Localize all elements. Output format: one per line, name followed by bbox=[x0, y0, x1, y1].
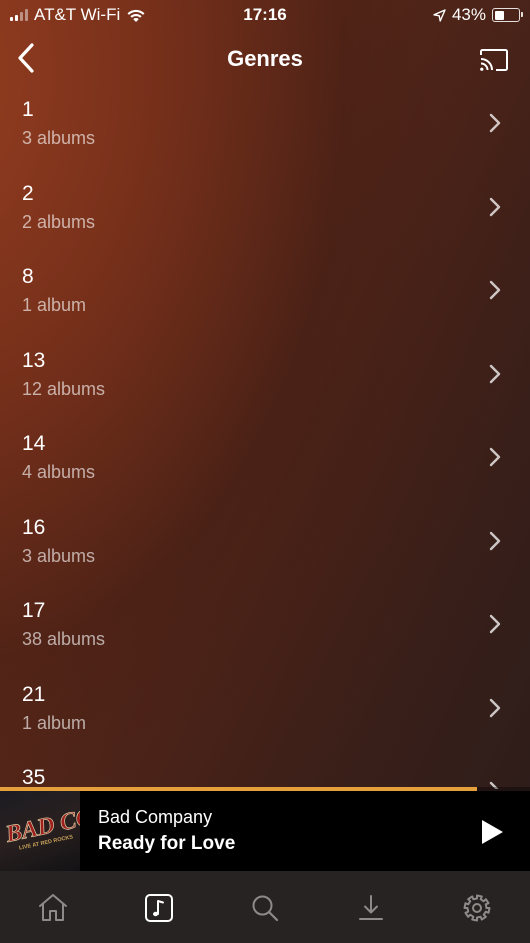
genre-name: 35 bbox=[22, 766, 46, 789]
album-art-thumbnail[interactable]: BAD CO LIVE AT RED ROCKS bbox=[0, 791, 80, 871]
download-icon bbox=[359, 895, 383, 920]
play-button[interactable] bbox=[476, 817, 506, 847]
chevron-right-icon bbox=[489, 197, 501, 216]
tab-settings[interactable] bbox=[424, 871, 530, 943]
now-playing-track: Ready for Love bbox=[98, 833, 236, 854]
now-playing-artist: Bad Company bbox=[98, 807, 213, 827]
genre-row[interactable]: 16 3 albums bbox=[0, 504, 530, 588]
nav-header: Genres bbox=[0, 34, 530, 86]
home-icon bbox=[39, 894, 67, 921]
genre-row[interactable]: 2 2 albums bbox=[0, 170, 530, 254]
chevron-right-icon bbox=[489, 614, 501, 634]
cast-button[interactable] bbox=[476, 42, 512, 78]
genre-name: 14 bbox=[22, 432, 46, 455]
chevron-right-icon bbox=[489, 364, 501, 383]
battery-icon bbox=[492, 8, 523, 22]
battery-percent: 43% bbox=[451, 5, 486, 24]
tab-bar bbox=[0, 871, 530, 943]
search-icon bbox=[252, 895, 279, 922]
genre-album-count: 2 albums bbox=[22, 211, 96, 232]
genre-row[interactable]: 8 1 album bbox=[0, 253, 530, 337]
music-note-icon bbox=[145, 894, 173, 922]
chevron-right-icon bbox=[489, 531, 501, 550]
chevron-right-icon bbox=[489, 280, 501, 300]
genre-row[interactable]: 1 3 albums bbox=[0, 86, 530, 170]
mini-player[interactable]: BAD CO LIVE AT RED ROCKS Bad Company Rea… bbox=[0, 791, 530, 871]
genre-name: 16 bbox=[22, 515, 46, 539]
play-icon bbox=[482, 820, 503, 844]
genre-list: 1 3 albums 2 2 albums 8 1 album 13 12 albums 14 4… bbox=[0, 86, 530, 789]
genre-row[interactable]: 13 12 albums bbox=[0, 337, 530, 421]
genre-album-count: 4 albums bbox=[22, 462, 96, 482]
chevron-right-icon bbox=[489, 113, 501, 133]
app-screen: AT&T Wi-Fi 17:16 43% Genres 1 3 albums 2… bbox=[0, 0, 530, 943]
chevron-right-icon bbox=[489, 698, 501, 717]
genre-name: 2 bbox=[22, 181, 34, 205]
page-title: Genres bbox=[227, 46, 303, 71]
tab-search[interactable] bbox=[212, 871, 318, 943]
location-arrow-icon bbox=[433, 8, 446, 22]
gear-icon bbox=[463, 894, 491, 922]
status-bar: AT&T Wi-Fi 17:16 43% bbox=[0, 0, 530, 30]
genre-album-count: 1 album bbox=[22, 295, 87, 315]
genre-name: 21 bbox=[22, 682, 46, 706]
genre-name: 17 bbox=[22, 599, 46, 622]
tab-home[interactable] bbox=[0, 871, 106, 943]
battery-level bbox=[494, 10, 505, 20]
genre-album-count: 3 albums bbox=[22, 545, 96, 566]
genre-row[interactable]: 14 4 albums bbox=[0, 420, 530, 504]
tab-music[interactable] bbox=[106, 871, 212, 943]
genre-row[interactable]: 21 1 album bbox=[0, 671, 530, 755]
genre-row[interactable]: 35 bbox=[0, 754, 530, 789]
genre-name: 13 bbox=[22, 348, 46, 372]
tab-downloads[interactable] bbox=[318, 871, 424, 943]
genre-album-count: 3 albums bbox=[22, 128, 96, 148]
genre-album-count: 1 album bbox=[22, 712, 87, 733]
chevron-right-icon bbox=[489, 447, 501, 467]
album-art-logo: BAD CO LIVE AT RED ROCKS bbox=[2, 804, 80, 852]
status-right: 43% bbox=[433, 5, 523, 25]
genre-name: 1 bbox=[22, 98, 34, 121]
cast-icon bbox=[480, 49, 508, 71]
genre-album-count: 38 albums bbox=[22, 629, 106, 649]
genre-name: 8 bbox=[22, 265, 34, 288]
genre-row[interactable]: 17 38 albums bbox=[0, 587, 530, 671]
genre-album-count: 12 albums bbox=[22, 378, 106, 399]
